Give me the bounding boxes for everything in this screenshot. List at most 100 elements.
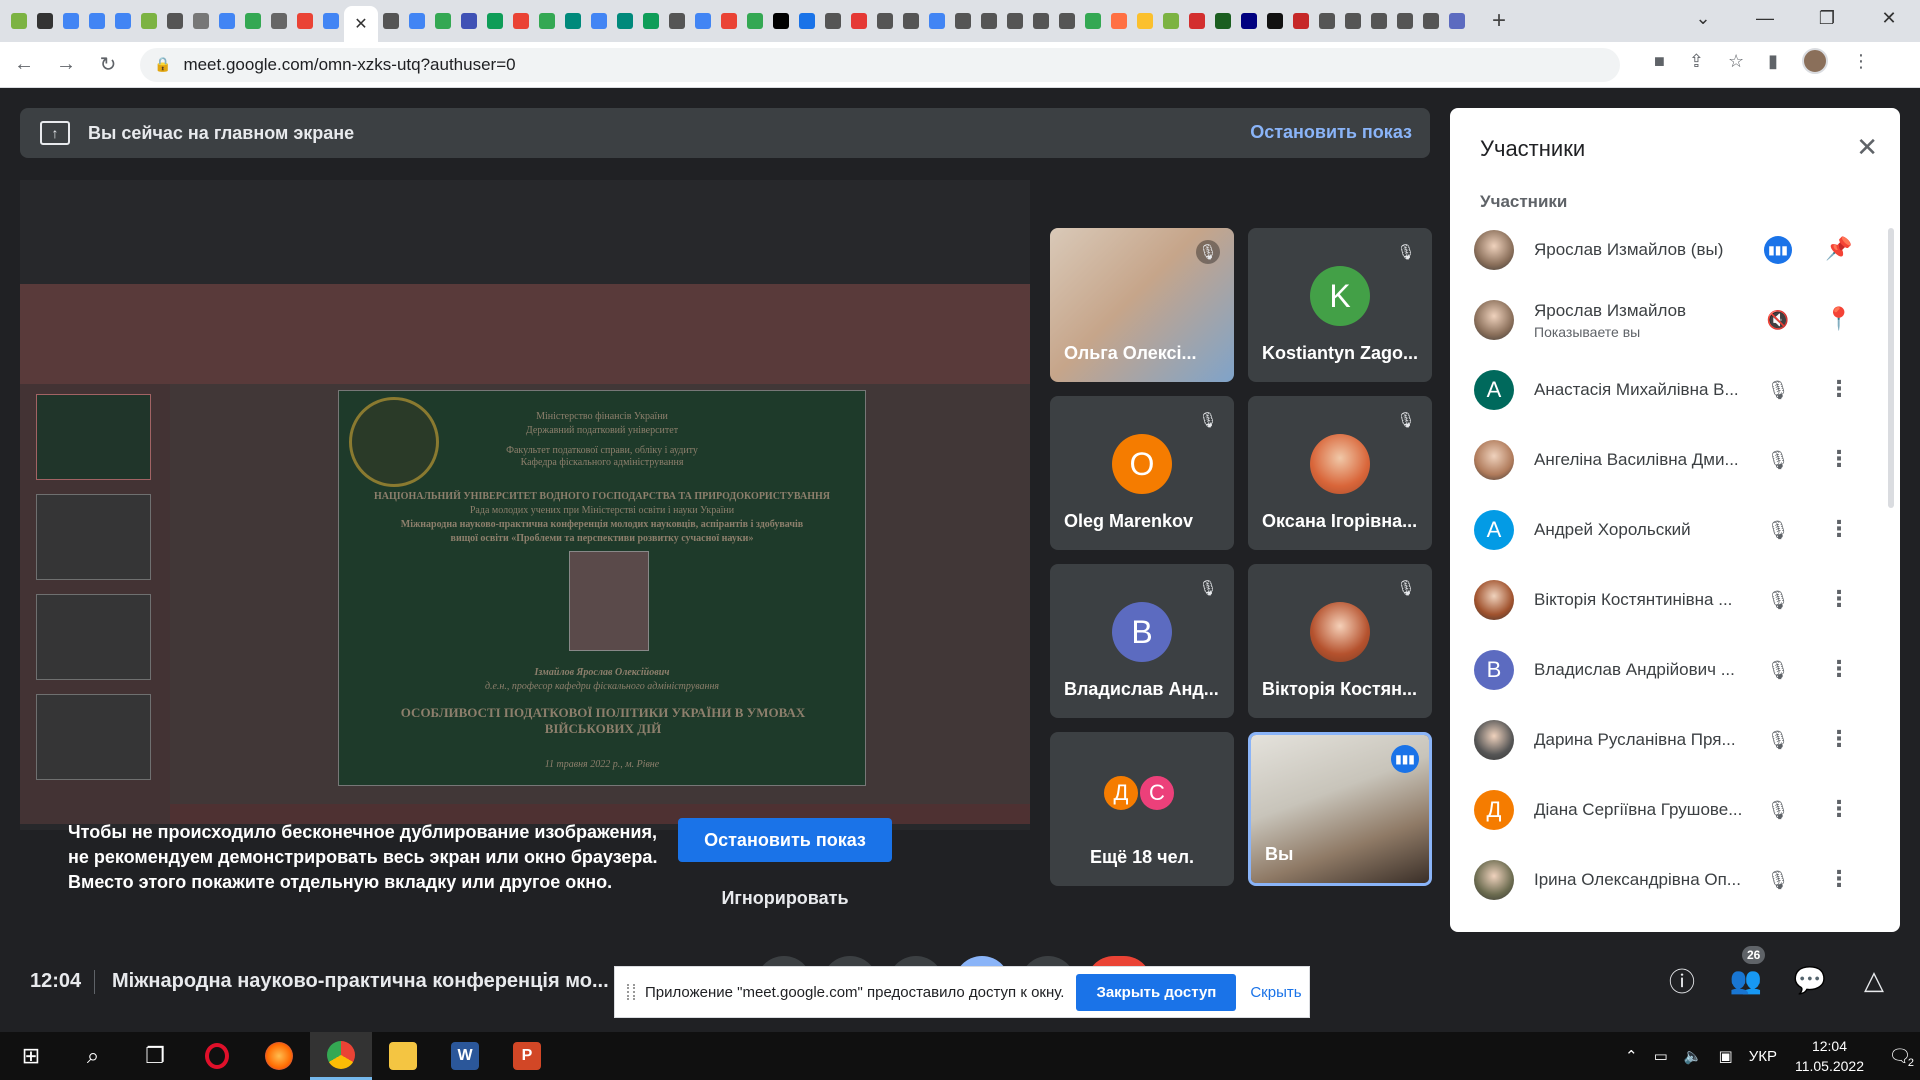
- tab-favicon[interactable]: [378, 6, 404, 36]
- tab-favicon[interactable]: [456, 6, 482, 36]
- tab-favicon[interactable]: [1210, 6, 1236, 36]
- tab-favicon[interactable]: [32, 6, 58, 36]
- more-options-icon[interactable]: ⋮: [1824, 794, 1854, 824]
- tab-favicon[interactable]: [924, 6, 950, 36]
- active-tab[interactable]: ✕: [344, 6, 378, 42]
- battery-icon[interactable]: ▭: [1654, 1047, 1668, 1065]
- lock-icon[interactable]: 🔒: [154, 56, 171, 73]
- tab-favicon[interactable]: [482, 6, 508, 36]
- chrome-icon[interactable]: [310, 1032, 372, 1080]
- close-panel-icon[interactable]: ✕: [1856, 132, 1878, 163]
- tab-favicon[interactable]: [1288, 6, 1314, 36]
- more-options-icon[interactable]: ⋮: [1824, 374, 1854, 404]
- participant-tile[interactable]: 🎙 Оксана Ігорівна...: [1248, 396, 1432, 550]
- tab-favicon[interactable]: [846, 6, 872, 36]
- tab-favicon[interactable]: [1054, 6, 1080, 36]
- participant-row[interactable]: А Андрей Хорольский 🎙 ⋮: [1474, 500, 1874, 560]
- tab-favicon[interactable]: [1262, 6, 1288, 36]
- minimize-icon[interactable]: —: [1734, 0, 1796, 36]
- tab-favicon[interactable]: [1106, 6, 1132, 36]
- tab-favicon[interactable]: [638, 6, 664, 36]
- tab-favicon[interactable]: [318, 6, 344, 36]
- tab-favicon[interactable]: [534, 6, 560, 36]
- tab-favicon[interactable]: [1314, 6, 1340, 36]
- tab-favicon[interactable]: [742, 6, 768, 36]
- tab-favicon[interactable]: [898, 6, 924, 36]
- tab-favicon[interactable]: [716, 6, 742, 36]
- tab-favicon[interactable]: [872, 6, 898, 36]
- participant-row[interactable]: Ірина Олександрівна Оп... 🎙 ⋮: [1474, 850, 1874, 910]
- tab-favicon[interactable]: [1418, 6, 1444, 36]
- tab-favicon[interactable]: [820, 6, 846, 36]
- participant-row[interactable]: Ярослав Измайлов (вы) ▮▮▮ 📌: [1474, 220, 1874, 280]
- participant-tile[interactable]: 🎙 Вікторія Костян...: [1248, 564, 1432, 718]
- volume-icon[interactable]: 🔈: [1684, 1047, 1703, 1065]
- task-view-icon[interactable]: ❐: [124, 1032, 186, 1080]
- file-explorer-icon[interactable]: [372, 1032, 434, 1080]
- opera-icon[interactable]: [186, 1032, 248, 1080]
- participant-tile[interactable]: 🎙 K Kostiantyn Zago...: [1248, 228, 1432, 382]
- restore-icon[interactable]: ❐: [1796, 0, 1858, 36]
- firefox-icon[interactable]: [248, 1032, 310, 1080]
- powerpoint-icon[interactable]: P: [496, 1032, 558, 1080]
- tab-favicon[interactable]: [560, 6, 586, 36]
- more-options-icon[interactable]: ⋮: [1824, 444, 1854, 474]
- tab-favicon[interactable]: [188, 6, 214, 36]
- pin-off-icon[interactable]: 📍: [1824, 304, 1854, 334]
- star-icon[interactable]: ☆: [1728, 51, 1744, 72]
- back-arrow-icon[interactable]: ←: [6, 47, 42, 83]
- tab-favicon[interactable]: [612, 6, 638, 36]
- close-access-button[interactable]: Закрыть доступ: [1076, 973, 1237, 1011]
- share-icon[interactable]: ⇪: [1689, 51, 1704, 72]
- tab-favicon[interactable]: [1028, 6, 1054, 36]
- participant-tile[interactable]: 🎙 В Владислав Анд...: [1050, 564, 1234, 718]
- tab-favicon[interactable]: [292, 6, 318, 36]
- tab-favicon[interactable]: [1158, 6, 1184, 36]
- tab-favicon[interactable]: [430, 6, 456, 36]
- windows-start-icon[interactable]: ⊞: [0, 1032, 62, 1080]
- more-participants-tile[interactable]: Д С Ещё 18 чел.: [1050, 732, 1234, 886]
- reload-icon[interactable]: ↻: [90, 47, 126, 83]
- drag-handle-icon[interactable]: [627, 984, 635, 1000]
- people-icon[interactable]: 👥 26: [1730, 946, 1766, 996]
- tab-favicon[interactable]: [950, 6, 976, 36]
- tab-favicon[interactable]: [136, 6, 162, 36]
- show-hidden-icons-icon[interactable]: ⌃: [1625, 1047, 1638, 1065]
- tab-favicon[interactable]: [1392, 6, 1418, 36]
- tab-favicon[interactable]: [768, 6, 794, 36]
- forward-arrow-icon[interactable]: →: [48, 47, 84, 83]
- tab-favicon[interactable]: [266, 6, 292, 36]
- tab-favicon[interactable]: [214, 6, 240, 36]
- tab-favicon[interactable]: [110, 6, 136, 36]
- chat-icon[interactable]: 💬: [1794, 964, 1826, 996]
- more-options-icon[interactable]: ⋮: [1824, 514, 1854, 544]
- tab-favicon[interactable]: [794, 6, 820, 36]
- panel-scrollbar[interactable]: [1888, 228, 1894, 508]
- participant-row[interactable]: Ангеліна Василівна Дми... 🎙 ⋮: [1474, 430, 1874, 490]
- tab-favicon[interactable]: [6, 6, 32, 36]
- tab-favicon[interactable]: [240, 6, 266, 36]
- activities-icon[interactable]: △: [1858, 964, 1890, 996]
- tab-favicon[interactable]: [1132, 6, 1158, 36]
- menu-dots-icon[interactable]: ⋮: [1852, 51, 1870, 72]
- tab-favicon[interactable]: [690, 6, 716, 36]
- tab-favicon[interactable]: [1340, 6, 1366, 36]
- tab-favicon[interactable]: [58, 6, 84, 36]
- tab-favicon[interactable]: [1236, 6, 1262, 36]
- profile-avatar[interactable]: [1802, 48, 1828, 74]
- tab-favicon[interactable]: [508, 6, 534, 36]
- tab-favicon[interactable]: [1184, 6, 1210, 36]
- notifications-icon[interactable]: 🗨 2: [1880, 1041, 1920, 1071]
- more-options-icon[interactable]: ⋮: [1824, 864, 1854, 894]
- language-indicator[interactable]: УКР: [1749, 1048, 1777, 1065]
- info-icon[interactable]: ⓘ: [1666, 964, 1698, 997]
- stop-presenting-button[interactable]: Остановить показ: [678, 818, 892, 862]
- tab-favicon[interactable]: [586, 6, 612, 36]
- participant-row[interactable]: Дарина Русланівна Пря... 🎙 ⋮: [1474, 710, 1874, 770]
- participant-tile[interactable]: 🎙 O Oleg Marenkov: [1050, 396, 1234, 550]
- self-tile[interactable]: ▮▮▮ Вы: [1248, 732, 1432, 886]
- participant-row[interactable]: Д Діана Сергіївна Грушове... 🎙 ⋮: [1474, 780, 1874, 840]
- search-icon[interactable]: ⌕: [62, 1032, 124, 1080]
- tab-favicon[interactable]: [1080, 6, 1106, 36]
- omnibox[interactable]: 🔒 meet.google.com/omn-xzks-utq?authuser=…: [140, 47, 1620, 82]
